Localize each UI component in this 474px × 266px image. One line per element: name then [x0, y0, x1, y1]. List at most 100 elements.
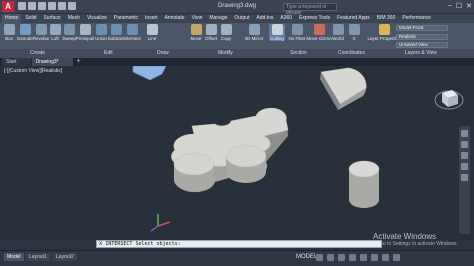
ribbon-tab-mesh[interactable]: Mesh	[65, 14, 83, 23]
union-button[interactable]: Union	[93, 24, 109, 41]
minimize-icon[interactable]: –	[448, 2, 452, 10]
3d-mirror-button[interactable]: 3D Mirror	[245, 24, 263, 41]
group-layers-view[interactable]: Layers & View	[405, 50, 437, 56]
layer-dropdown[interactable]: Model-Front	[396, 25, 448, 31]
ucs-x-button[interactable]: X	[346, 24, 362, 41]
ribbon-tabs: Home Solid Surface Mesh Visualize Parame…	[0, 14, 474, 23]
snap-icon[interactable]	[327, 254, 334, 261]
file-tab-start[interactable]: Start	[2, 58, 31, 66]
move-gizmo-button[interactable]: Move Gizmo	[306, 24, 332, 41]
title-bar: A Drawing3.dwg Type a keyword or phrase …	[0, 0, 474, 16]
viewport-controls-label[interactable]: [-][Custom View][Realistic]	[4, 68, 62, 74]
no-filter-button[interactable]: No Filter	[289, 24, 306, 41]
ribbon-tab-a360[interactable]: A360	[277, 14, 295, 23]
ribbon-tab-addins[interactable]: Add-ins	[253, 14, 276, 23]
pan-icon[interactable]	[461, 141, 468, 148]
zoom-icon[interactable]	[461, 152, 468, 159]
layer-icon	[378, 24, 390, 35]
group-create[interactable]: Create	[30, 50, 45, 56]
ribbon-tab-solid[interactable]: Solid	[22, 14, 39, 23]
offset-button[interactable]: Offset	[203, 24, 219, 41]
redo-icon[interactable]	[58, 2, 66, 10]
group-section[interactable]: Section	[290, 50, 307, 56]
blue-box-solid	[132, 66, 167, 81]
search-input[interactable]: Type a keyword or phrase	[283, 3, 337, 16]
orbit-icon[interactable]	[461, 163, 468, 170]
copy-button[interactable]: Copy	[218, 24, 234, 41]
group-coordinates[interactable]: Coordinates	[338, 50, 365, 56]
move-button[interactable]: Move	[188, 24, 204, 41]
ribbon-tab-express-tools[interactable]: Express Tools	[296, 14, 333, 23]
ribbon-tab-performance[interactable]: Performance	[399, 14, 434, 23]
ribbon-tab-parametric[interactable]: Parametric	[111, 14, 141, 23]
presspull-button[interactable]: Presspull	[76, 24, 94, 41]
maximize-icon[interactable]: ☐	[456, 2, 462, 10]
drawing-viewport[interactable]: [-][Custom View][Realistic]	[0, 66, 474, 240]
steering-wheel-icon[interactable]	[461, 130, 468, 137]
command-line[interactable]: X INTERSECT Select objects:	[96, 240, 382, 248]
group-edit[interactable]: Edit	[104, 50, 113, 56]
osnap-icon[interactable]	[360, 254, 367, 261]
annotation-scale-icon[interactable]	[371, 254, 378, 261]
layout-tab-model[interactable]: Model	[4, 253, 24, 261]
ribbon-tab-view[interactable]: View	[189, 14, 206, 23]
visual-style-dropdown[interactable]: Realistic	[396, 34, 448, 40]
subtract-icon	[110, 24, 122, 35]
close-icon[interactable]: ✕	[466, 2, 472, 10]
grid-icon[interactable]	[316, 254, 323, 261]
status-bar: Model Layout1 Layout2 MODEL	[0, 250, 474, 266]
ribbon-tab-bim360[interactable]: BIM 360	[374, 14, 399, 23]
ucs-world-icon	[332, 24, 344, 35]
culling-icon	[271, 24, 283, 35]
view-dropdown[interactable]: Unsaved View	[396, 42, 448, 48]
ribbon-tab-featured-apps[interactable]: Featured Apps	[334, 14, 373, 23]
line-button[interactable]: Line	[144, 24, 160, 41]
save-icon[interactable]	[38, 2, 46, 10]
file-tab-drawing3[interactable]: Drawing3*	[31, 58, 73, 66]
intersect-button[interactable]: Intersect	[123, 24, 141, 41]
group-modify[interactable]: Modify	[218, 50, 233, 56]
ribbon-tab-manage[interactable]: Manage	[206, 14, 230, 23]
ribbon-group-labels: Create Edit Draw Modify Section Coordina…	[0, 49, 474, 58]
line-icon	[146, 24, 158, 35]
subtract-button[interactable]: Subtract	[108, 24, 124, 41]
new-file-icon[interactable]	[18, 2, 26, 10]
new-tab-icon[interactable]: +	[74, 58, 84, 66]
polar-icon[interactable]	[349, 254, 356, 261]
app-logo[interactable]: A	[2, 1, 14, 12]
extrude-button[interactable]: Extrude	[17, 24, 33, 41]
group-draw[interactable]: Draw	[157, 50, 169, 56]
culling-button[interactable]: Culling	[269, 24, 285, 41]
layer-properties-button[interactable]: Layer Properties	[367, 24, 401, 41]
open-file-icon[interactable]	[28, 2, 36, 10]
box-button[interactable]: Box	[1, 24, 17, 41]
mirror-icon	[248, 24, 260, 35]
layout-tab-layout1[interactable]: Layout1	[26, 253, 50, 261]
sweep-button[interactable]: Sweep	[61, 24, 77, 41]
command-close-icon[interactable]: X	[99, 241, 102, 247]
world-ucs-button[interactable]: World	[330, 24, 346, 41]
workspace-icon[interactable]	[382, 254, 389, 261]
ribbon-tab-surface[interactable]: Surface	[40, 14, 63, 23]
ribbon-tab-visualize[interactable]: Visualize	[84, 14, 110, 23]
activate-windows-title: Activate Windows	[373, 232, 437, 241]
print-icon[interactable]	[68, 2, 76, 10]
ribbon-tab-annotate[interactable]: Annotate	[162, 14, 188, 23]
file-tabs: Start Drawing3* +	[0, 58, 474, 66]
ribbon-tab-insert[interactable]: Insert	[142, 14, 161, 23]
undo-icon[interactable]	[48, 2, 56, 10]
extrude-icon	[19, 24, 31, 35]
layout-tab-layout2[interactable]: Layout2	[53, 253, 77, 261]
ortho-icon[interactable]	[338, 254, 345, 261]
ribbon-tab-output[interactable]: Output	[231, 14, 252, 23]
loft-icon	[49, 24, 61, 35]
copy-icon	[220, 24, 232, 35]
model-space-toggle[interactable]: MODEL	[296, 254, 317, 260]
presspull-icon	[79, 24, 91, 35]
showmotion-icon[interactable]	[461, 174, 468, 181]
customize-icon[interactable]	[393, 254, 400, 261]
quick-access-toolbar	[18, 2, 76, 10]
gizmo-icon	[313, 24, 325, 35]
ribbon-tab-home[interactable]: Home	[2, 14, 22, 23]
command-prompt-text: INTERSECT Select objects:	[105, 241, 181, 247]
